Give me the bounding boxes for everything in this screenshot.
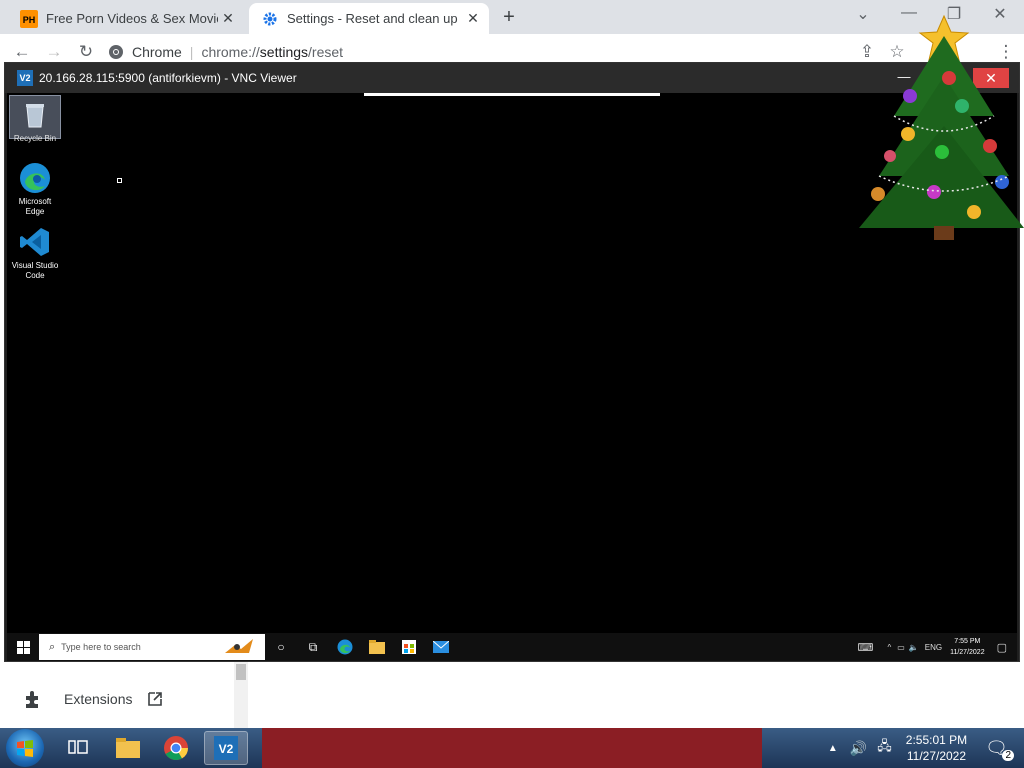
desktop-icon-recycle-bin[interactable]: Recycle Bin [9, 95, 61, 143]
external-link-icon [148, 692, 163, 706]
mail-icon[interactable] [425, 633, 457, 661]
svg-text:V2: V2 [219, 742, 234, 756]
recycle-bin-icon [18, 98, 52, 132]
desktop-icon-edge[interactable]: Microsoft Edge [9, 159, 61, 216]
extensions-link[interactable]: Extensions [22, 688, 164, 710]
tab-settings[interactable]: Settings - Reset and clean up ✕ [249, 3, 489, 34]
gear-icon [261, 10, 279, 28]
mouse-cursor [117, 178, 122, 183]
store-icon[interactable] [393, 633, 425, 661]
wallpaper-strip [262, 728, 762, 768]
close-icon[interactable]: ✕ [463, 9, 483, 29]
network-icon[interactable]: ▭ [897, 643, 905, 652]
back-icon[interactable]: ← [12, 42, 32, 62]
windows-start-orb[interactable] [6, 729, 44, 767]
chevron-up-icon[interactable]: ▲ [828, 743, 838, 754]
volume-icon[interactable]: 🔈 [909, 643, 919, 652]
cortana-icon[interactable]: ○ [265, 633, 297, 661]
windows-start-icon[interactable] [7, 633, 39, 661]
vnc-taskbar-icon[interactable]: V2 [204, 731, 248, 765]
remote-search-box[interactable]: ⌕ Type here to search [39, 634, 265, 660]
site-label: Chrome [132, 44, 182, 60]
chevron-up-icon[interactable]: ^ [887, 643, 891, 652]
explorer-taskbar-icon[interactable] [106, 731, 150, 765]
close-icon[interactable]: ✕ [218, 9, 238, 29]
tab-pornhub[interactable]: PH Free Porn Videos & Sex Movies - ✕ [8, 3, 244, 34]
action-center-icon[interactable]: 🗨 2 [985, 738, 1014, 761]
notification-icon[interactable]: ▢ [997, 641, 1007, 654]
remote-taskbar: ⌕ Type here to search ○ ⧉ ⌨ ^ ▭ � [7, 633, 1017, 661]
search-icon: ⌕ [49, 640, 56, 653]
christmas-tree-icon [859, 14, 1024, 240]
network-icon[interactable]: 🖧 [877, 737, 892, 759]
host-system-tray: ▲ 🔊 🖧 2:55:01 PM 11/27/2022 🗨 2 [828, 728, 1024, 768]
keyboard-icon[interactable]: ⌨ [858, 641, 874, 654]
chrome-logo-icon [109, 45, 123, 59]
ph-favicon-icon: PH [20, 9, 38, 28]
desktop-icon-label: Microsoft Edge [18, 197, 52, 216]
vnc-logo-icon: V2 [17, 70, 33, 86]
remote-clock[interactable]: 7:55 PM 11/27/2022 [950, 636, 985, 658]
edge-taskbar-icon[interactable] [329, 633, 361, 661]
new-tab-button[interactable]: + [498, 6, 520, 28]
vnc-toolbar-handle[interactable] [364, 93, 660, 96]
extensions-label: Extensions [64, 691, 133, 707]
vscode-icon [18, 225, 52, 259]
vnc-window-title: 20.166.28.115:5900 (antiforkievm) - VNC … [39, 71, 297, 85]
svg-text:PH: PH [23, 15, 36, 25]
url-text: chrome://settings/reset [201, 44, 344, 60]
host-clock[interactable]: 2:55:01 PM 11/27/2022 [906, 732, 967, 764]
puzzle-icon [26, 691, 38, 708]
reload-icon[interactable]: ↻ [76, 42, 96, 62]
language-indicator[interactable]: ENG [925, 643, 942, 652]
desktop-icon-vscode[interactable]: Visual Studio Code [9, 223, 61, 280]
tab-title: Settings - Reset and clean up [287, 11, 458, 26]
file-explorer-icon[interactable] [361, 633, 393, 661]
desktop-icon-label: Visual Studio Code [11, 261, 59, 280]
tab-title: Free Porn Videos & Sex Movies - [46, 11, 218, 26]
scrollbar[interactable] [234, 662, 248, 728]
search-placeholder: Type here to search [61, 642, 141, 652]
desktop-icon-label: Recycle Bin [13, 134, 57, 143]
task-view-button[interactable] [56, 731, 100, 765]
task-view-icon[interactable]: ⧉ [297, 633, 329, 661]
chrome-taskbar-icon[interactable] [154, 731, 198, 765]
remote-system-tray: ⌨ ^ ▭ 🔈 ENG 7:55 PM 11/27/2022 ▢ [858, 633, 1017, 661]
search-highlight-icon [225, 639, 253, 653]
notification-count-badge: 2 [1002, 749, 1014, 761]
volume-icon[interactable]: 🔊 [850, 740, 867, 757]
forward-icon[interactable]: → [44, 42, 64, 62]
omnibox-separator: | [189, 44, 194, 60]
edge-icon [18, 161, 52, 195]
